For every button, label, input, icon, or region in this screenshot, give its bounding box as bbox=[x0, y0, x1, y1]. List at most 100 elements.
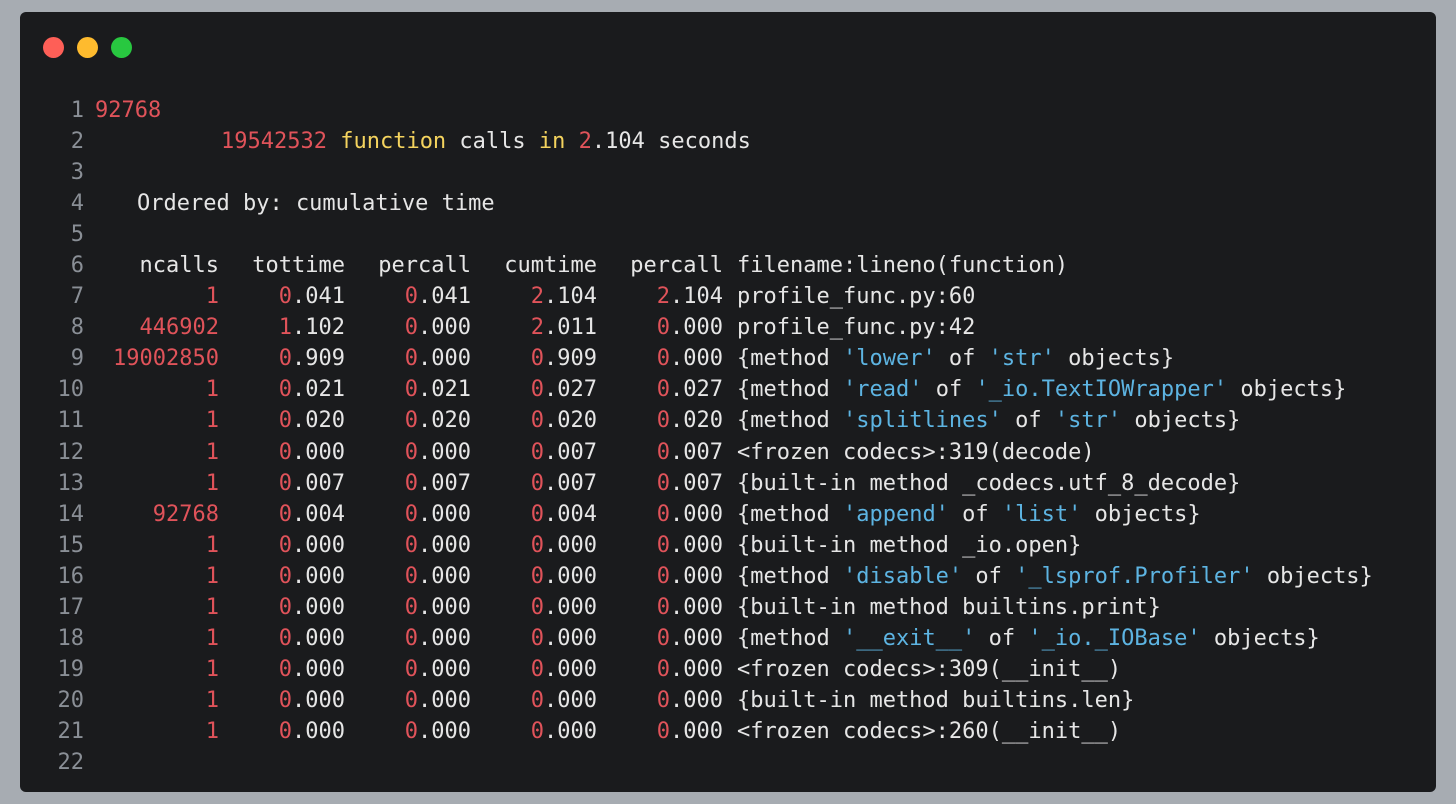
column-header: tottime bbox=[252, 253, 345, 279]
cumtime-cell: 0.000 bbox=[471, 592, 597, 623]
minimize-button[interactable] bbox=[77, 37, 98, 58]
function-cell: <frozen codecs>:260(__init__) bbox=[723, 716, 1121, 747]
value-frac: .000 bbox=[670, 563, 723, 589]
value-frac: .020 bbox=[292, 408, 345, 434]
percall2-cell: 0.000 bbox=[597, 561, 723, 592]
value-frac: .007 bbox=[670, 439, 723, 465]
function-text: {built-in method _codecs.utf_8_decode} bbox=[737, 470, 1241, 496]
function-text: of bbox=[948, 501, 1002, 527]
value-frac: .000 bbox=[418, 687, 471, 713]
window-controls bbox=[43, 37, 132, 58]
line-number: 6 bbox=[70, 253, 84, 279]
percall2-cell: 0.000 bbox=[597, 623, 723, 654]
code-line: 15 1 0.000 0.000 0.000 0.000 {built-in method … bbox=[20, 530, 1373, 561]
line-text bbox=[84, 219, 95, 250]
value-frac: .000 bbox=[418, 563, 471, 589]
value-int: 0 bbox=[530, 563, 545, 589]
value-int: 0 bbox=[404, 470, 419, 496]
value-frac: .000 bbox=[292, 656, 345, 682]
line-number: 19 bbox=[57, 656, 85, 682]
value-frac: .000 bbox=[670, 532, 723, 558]
code-line: 4 Ordered by: cumulative time bbox=[20, 188, 1373, 219]
keyword-function: function bbox=[340, 129, 447, 155]
value-frac: .104 bbox=[544, 284, 597, 310]
string-literal: 'lower' bbox=[842, 346, 936, 372]
value-int: 0 bbox=[530, 687, 545, 713]
value-frac: .000 bbox=[544, 656, 597, 682]
cumtime-cell: 0.007 bbox=[471, 468, 597, 499]
ncalls-cell: 1 bbox=[205, 718, 219, 744]
value-int: 0 bbox=[278, 563, 293, 589]
function-text: {built-in method builtins.len} bbox=[737, 687, 1135, 713]
value-int: 0 bbox=[530, 439, 545, 465]
string-literal: '_lsprof.Profiler' bbox=[1015, 563, 1254, 589]
line-text: 446902 1.102 0.000 2.011 0.000 profile_func.p… bbox=[84, 312, 976, 343]
value-frac: .000 bbox=[418, 594, 471, 620]
column-header: cumtime bbox=[504, 253, 597, 279]
function-cell: {method 'splitlines' of 'str' objects} bbox=[723, 405, 1240, 436]
code-line: 13 1 0.007 0.007 0.007 0.007 {built-in method … bbox=[20, 468, 1373, 499]
code-line: 18 1 0.000 0.000 0.000 0.000 {method '__exit__… bbox=[20, 623, 1373, 654]
line-number: 21 bbox=[57, 718, 85, 744]
string-literal: 'append' bbox=[842, 501, 949, 527]
tottime-cell: 0.909 bbox=[219, 343, 345, 374]
code-line: 2 19542532 function calls in 2.104 second… bbox=[20, 126, 1373, 157]
value-int: 0 bbox=[278, 594, 293, 620]
value-frac: .000 bbox=[670, 346, 723, 372]
line-text: 1 0.000 0.000 0.000 0.000 {built-in method _i… bbox=[84, 530, 1082, 561]
value-int: 0 bbox=[530, 346, 545, 372]
maximize-button[interactable] bbox=[111, 37, 132, 58]
ncalls-cell: 1 bbox=[205, 439, 219, 465]
function-text: profile_func.py:60 bbox=[737, 284, 976, 310]
line-text: 1 0.000 0.000 0.000 0.000 <frozen codecs>:260… bbox=[84, 716, 1121, 747]
value-frac: .000 bbox=[418, 656, 471, 682]
value-frac: .000 bbox=[418, 346, 471, 372]
line-text: ncalls tottime percall cumtime percall filena… bbox=[84, 250, 1069, 281]
function-cell: {method '__exit__' of '_io._IOBase' obje… bbox=[723, 623, 1320, 654]
value-int: 1 bbox=[278, 315, 293, 341]
ncalls-cell: 19002850 bbox=[113, 346, 219, 372]
percall1-cell: 0.007 bbox=[345, 468, 471, 499]
value-int: 0 bbox=[530, 625, 545, 651]
value-int: 0 bbox=[404, 377, 419, 403]
column-header: percall bbox=[378, 253, 471, 279]
line-text: 1 0.020 0.020 0.020 0.020 {method 'splitlines… bbox=[84, 405, 1241, 436]
ncalls-cell: 1 bbox=[205, 470, 219, 496]
cumtime-cell: 0.000 bbox=[471, 530, 597, 561]
value-int: 0 bbox=[656, 532, 671, 558]
percall2-cell: 0.000 bbox=[597, 716, 723, 747]
ncalls-cell: 92768 bbox=[152, 501, 219, 527]
value-int: 0 bbox=[278, 532, 293, 558]
function-cell: {method 'lower' of 'str' objects} bbox=[723, 343, 1174, 374]
function-text: <frozen codecs>:309(__init__) bbox=[737, 656, 1122, 682]
function-text: {built-in method builtins.print} bbox=[737, 594, 1161, 620]
percall2-cell: 0.000 bbox=[597, 685, 723, 716]
code-line: 21 1 0.000 0.000 0.000 0.000 <frozen codecs>:2… bbox=[20, 716, 1373, 747]
value-int: 0 bbox=[656, 718, 671, 744]
value-frac: .021 bbox=[418, 377, 471, 403]
line-text: 1 0.000 0.000 0.007 0.007 <frozen codecs>:319… bbox=[84, 437, 1095, 468]
code-line: 22 bbox=[20, 747, 1373, 778]
percall2-cell: 2.104 bbox=[597, 281, 723, 312]
function-text: {method bbox=[737, 501, 843, 527]
value-frac: .000 bbox=[670, 501, 723, 527]
value-frac: .000 bbox=[292, 563, 345, 589]
function-text: {method bbox=[737, 563, 843, 589]
line-number: 18 bbox=[57, 625, 85, 651]
close-button[interactable] bbox=[43, 37, 64, 58]
value-int: 0 bbox=[278, 718, 293, 744]
cumtime-cell: 2.104 bbox=[471, 281, 597, 312]
value-int: 0 bbox=[404, 532, 419, 558]
value-int: 0 bbox=[530, 408, 545, 434]
value-frac: .000 bbox=[670, 594, 723, 620]
line-text bbox=[84, 747, 95, 778]
line-number: 3 bbox=[70, 160, 84, 186]
tottime-cell: 0.020 bbox=[219, 405, 345, 436]
cumtime-cell: 0.000 bbox=[471, 685, 597, 716]
terminal-window: 1 92768 2 19542532 function calls in 2.104 … bbox=[20, 12, 1436, 792]
value-int: 0 bbox=[278, 656, 293, 682]
function-text: objects} bbox=[1227, 377, 1347, 403]
percall2-cell: 0.007 bbox=[597, 468, 723, 499]
line-number: 8 bbox=[70, 315, 84, 341]
